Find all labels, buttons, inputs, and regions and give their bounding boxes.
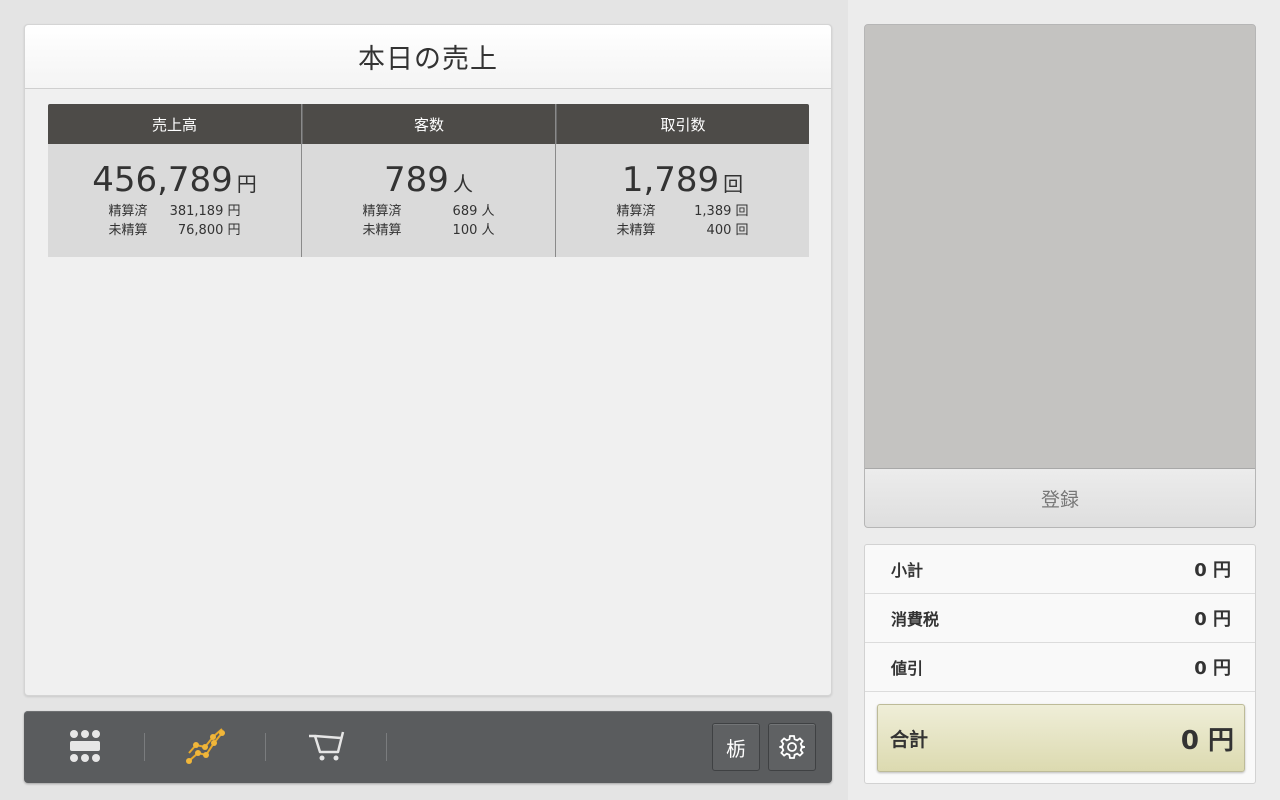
stat-body: 456,789 円 精算済 381,189 円 未精算 76,800 円	[48, 144, 301, 257]
unsettled-value: 76,800 円	[177, 223, 241, 238]
settled-value: 689 人	[452, 204, 495, 219]
tax-label: 消費税	[891, 610, 940, 629]
settled-value: 381,189 円	[169, 204, 241, 219]
unsettled-label: 未精算	[362, 223, 402, 238]
settings-button[interactable]	[768, 723, 816, 771]
subtotal-row: 小計 0 円	[865, 545, 1255, 594]
bottom-toolbar: 栃	[24, 711, 832, 783]
cart-button[interactable]	[297, 723, 357, 769]
gear-icon	[779, 735, 805, 759]
toolbar-separator	[265, 733, 266, 761]
unsettled-label: 未精算	[108, 223, 148, 238]
stat-value: 789	[384, 160, 449, 200]
settled-value: 1,389 回	[694, 204, 749, 219]
total-label: 合計	[890, 728, 929, 751]
grid-menu-icon	[70, 730, 100, 762]
cart-icon	[309, 731, 345, 761]
sales-chart-button[interactable]	[176, 723, 236, 769]
total-button[interactable]: 合計 0 円	[877, 704, 1245, 772]
stat-unit: 円	[236, 172, 257, 196]
stat-header: 売上高	[48, 104, 301, 144]
sales-chart-icon	[186, 728, 225, 764]
subtotal-label: 小計	[891, 561, 924, 580]
stat-unit: 人	[452, 172, 473, 196]
stat-body: 1,789 回 精算済 1,389 回 未精算 400 回	[556, 144, 809, 257]
sales-panel: 本日の売上 売上高 456,789 円 精算済 381,189 円 未精算 76…	[24, 24, 832, 696]
store-button[interactable]: 栃	[712, 723, 760, 771]
stat-unit: 回	[723, 172, 744, 196]
sales-stats: 売上高 456,789 円 精算済 381,189 円 未精算 76,800 円	[48, 104, 809, 257]
stat-customer-count: 客数 789 人 精算済 689 人 未精算 100 人	[301, 104, 555, 257]
discount-amount: 0 円	[1194, 658, 1231, 679]
toolbar-separator	[144, 733, 145, 761]
tax-row: 消費税 0 円	[865, 594, 1255, 643]
settled-label: 精算済	[362, 204, 402, 219]
register-panel: 登録	[864, 24, 1256, 528]
stat-value: 456,789	[92, 160, 233, 200]
total-amount: 0 円	[1180, 725, 1234, 756]
register-button[interactable]: 登録	[865, 468, 1255, 527]
stat-header: 客数	[302, 104, 555, 144]
unsettled-value: 400 回	[706, 223, 749, 238]
register-display	[865, 25, 1255, 468]
discount-row: 値引 0 円	[865, 643, 1255, 692]
unsettled-label: 未精算	[616, 223, 656, 238]
unsettled-value: 100 人	[452, 223, 495, 238]
toolbar-separator	[386, 733, 387, 761]
stat-sales-amount: 売上高 456,789 円 精算済 381,189 円 未精算 76,800 円	[48, 104, 301, 257]
totals-panel: 小計 0 円 消費税 0 円 値引 0 円 合計 0 円	[864, 544, 1256, 784]
stat-transaction-count: 取引数 1,789 回 精算済 1,389 回 未精算 400 回	[555, 104, 809, 257]
stat-value: 1,789	[621, 160, 720, 200]
discount-label: 値引	[891, 659, 924, 678]
menu-grid-button[interactable]	[55, 723, 115, 769]
page-title: 本日の売上	[25, 25, 831, 89]
stat-header: 取引数	[556, 104, 809, 144]
stat-body: 789 人 精算済 689 人 未精算 100 人	[302, 144, 555, 257]
settled-label: 精算済	[616, 204, 656, 219]
subtotal-amount: 0 円	[1194, 560, 1231, 581]
settled-label: 精算済	[108, 204, 148, 219]
tax-amount: 0 円	[1194, 609, 1231, 630]
